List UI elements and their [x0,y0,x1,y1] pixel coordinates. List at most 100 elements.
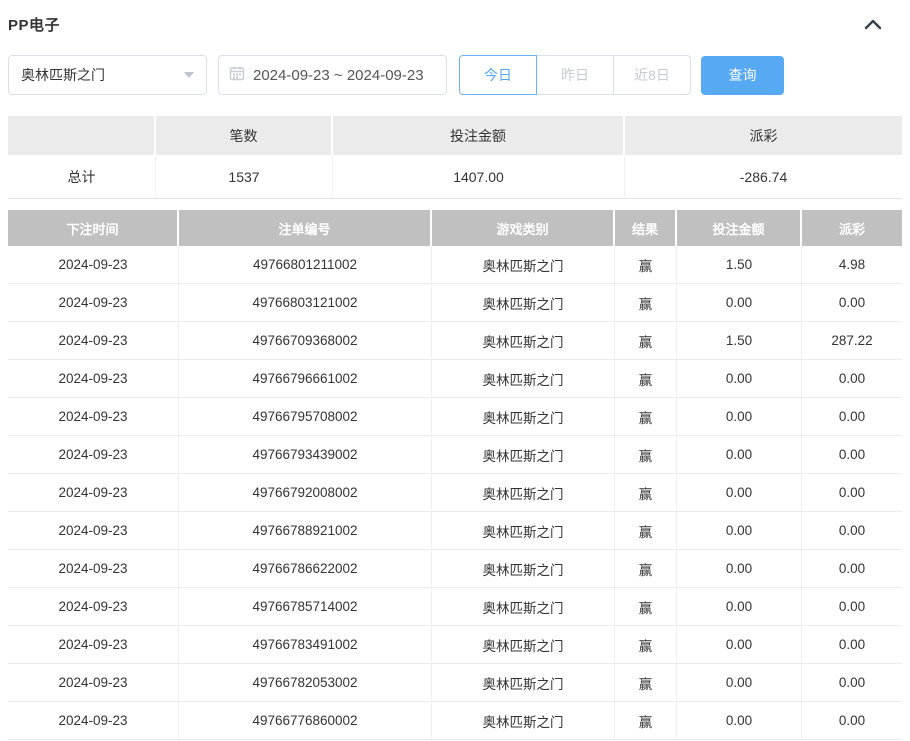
header-bet-amount: 投注金额 [677,210,802,246]
table-row: 2024-09-23 49766782053002 奥林匹斯之门 赢 0.00 … [8,664,902,702]
cell-bet-time: 2024-09-23 [8,398,179,436]
cell-bet-amount: 0.00 [677,626,802,664]
cell-payout: 0.00 [802,284,902,322]
cell-result: 赢 [615,246,677,284]
table-row: 2024-09-23 49766786622002 奥林匹斯之门 赢 0.00 … [8,550,902,588]
cell-bet-time: 2024-09-23 [8,360,179,398]
cell-game-category: 奥林匹斯之门 [432,550,615,588]
summary-header-row: 笔数 投注金额 派彩 [8,116,902,155]
collapse-button[interactable] [858,17,888,32]
date-range-value: 2024-09-23 ~ 2024-09-23 [253,67,424,84]
query-button[interactable]: 查询 [701,56,784,95]
cell-order-number: 49766776860002 [179,702,432,740]
cell-payout: 0.00 [802,474,902,512]
pp-electronic-panel: PP电子 奥林匹斯之门 [0,0,910,740]
table-row: 2024-09-23 49766796661002 奥林匹斯之门 赢 0.00 … [8,360,902,398]
cell-game-category: 奥林匹斯之门 [432,664,615,702]
cell-order-number: 49766795708002 [179,398,432,436]
cell-bet-time: 2024-09-23 [8,436,179,474]
bet-records-table: 下注时间 注单编号 游戏类别 结果 投注金额 派彩 2024-09-23 497… [8,210,902,740]
cell-game-category: 奥林匹斯之门 [432,322,615,360]
cell-order-number: 49766786622002 [179,550,432,588]
today-button[interactable]: 今日 [459,55,537,95]
cell-bet-time: 2024-09-23 [8,626,179,664]
cell-order-number: 49766783491002 [179,626,432,664]
cell-order-number: 49766785714002 [179,588,432,626]
cell-order-number: 49766782053002 [179,664,432,702]
cell-bet-amount: 1.50 [677,246,802,284]
total-payout: -286.74 [625,155,902,199]
cell-result: 赢 [615,360,677,398]
cell-result: 赢 [615,322,677,360]
summary-total-row: 总计 1537 1407.00 -286.74 [8,155,902,199]
cell-payout: 4.98 [802,246,902,284]
cell-game-category: 奥林匹斯之门 [432,360,615,398]
header-payout: 派彩 [802,210,902,246]
date-range-input[interactable]: 2024-09-23 ~ 2024-09-23 [218,55,447,95]
cell-bet-time: 2024-09-23 [8,550,179,588]
chevron-up-icon [864,19,882,30]
summary-table: 笔数 投注金额 派彩 总计 1537 1407.00 -286.74 [8,116,902,199]
cell-game-category: 奥林匹斯之门 [432,588,615,626]
table-row: 2024-09-23 49766792008002 奥林匹斯之门 赢 0.00 … [8,474,902,512]
cell-bet-time: 2024-09-23 [8,702,179,740]
cell-bet-amount: 0.00 [677,702,802,740]
cell-bet-time: 2024-09-23 [8,474,179,512]
cell-game-category: 奥林匹斯之门 [432,512,615,550]
cell-game-category: 奥林匹斯之门 [432,284,615,322]
cell-payout: 0.00 [802,512,902,550]
bet-table-header-row: 下注时间 注单编号 游戏类别 结果 投注金额 派彩 [8,210,902,246]
cell-bet-amount: 0.00 [677,588,802,626]
cell-bet-time: 2024-09-23 [8,284,179,322]
cell-order-number: 49766803121002 [179,284,432,322]
cell-game-category: 奥林匹斯之门 [432,702,615,740]
cell-result: 赢 [615,398,677,436]
game-select[interactable]: 奥林匹斯之门 [8,55,207,95]
header-bet-time: 下注时间 [8,210,179,246]
yesterday-button[interactable]: 昨日 [536,55,614,95]
cell-bet-amount: 1.50 [677,322,802,360]
filter-bar: 奥林匹斯之门 2024-09-23 ~ 2024-09-23 [8,55,902,95]
cell-result: 赢 [615,512,677,550]
total-bet-amount: 1407.00 [333,155,625,199]
cell-payout: 0.00 [802,550,902,588]
cell-bet-amount: 0.00 [677,436,802,474]
last-8-days-button[interactable]: 近8日 [613,55,691,95]
table-row: 2024-09-23 49766709368002 奥林匹斯之门 赢 1.50 … [8,322,902,360]
cell-bet-time: 2024-09-23 [8,322,179,360]
header-result: 结果 [615,210,677,246]
summary-header-bet-amount: 投注金额 [333,116,625,155]
cell-payout: 0.00 [802,436,902,474]
header-game-category: 游戏类别 [432,210,615,246]
cell-result: 赢 [615,474,677,512]
cell-order-number: 49766792008002 [179,474,432,512]
cell-game-category: 奥林匹斯之门 [432,246,615,284]
cell-result: 赢 [615,550,677,588]
cell-bet-amount: 0.00 [677,550,802,588]
cell-payout: 0.00 [802,664,902,702]
cell-bet-time: 2024-09-23 [8,512,179,550]
cell-result: 赢 [615,702,677,740]
cell-bet-amount: 0.00 [677,284,802,322]
cell-order-number: 49766788921002 [179,512,432,550]
cell-result: 赢 [615,664,677,702]
table-row: 2024-09-23 49766803121002 奥林匹斯之门 赢 0.00 … [8,284,902,322]
panel-header: PP电子 [8,12,902,35]
cell-bet-time: 2024-09-23 [8,246,179,284]
cell-payout: 0.00 [802,702,902,740]
cell-payout: 0.00 [802,588,902,626]
table-row: 2024-09-23 49766801211002 奥林匹斯之门 赢 1.50 … [8,246,902,284]
cell-bet-amount: 0.00 [677,664,802,702]
cell-bet-amount: 0.00 [677,398,802,436]
cell-game-category: 奥林匹斯之门 [432,626,615,664]
cell-bet-amount: 0.00 [677,360,802,398]
cell-order-number: 49766801211002 [179,246,432,284]
cell-bet-time: 2024-09-23 [8,664,179,702]
quick-date-button-group: 今日 昨日 近8日 [459,55,691,95]
cell-result: 赢 [615,588,677,626]
summary-header-blank [8,116,156,155]
table-row: 2024-09-23 49766795708002 奥林匹斯之门 赢 0.00 … [8,398,902,436]
cell-order-number: 49766709368002 [179,322,432,360]
cell-result: 赢 [615,626,677,664]
summary-header-count: 笔数 [156,116,333,155]
